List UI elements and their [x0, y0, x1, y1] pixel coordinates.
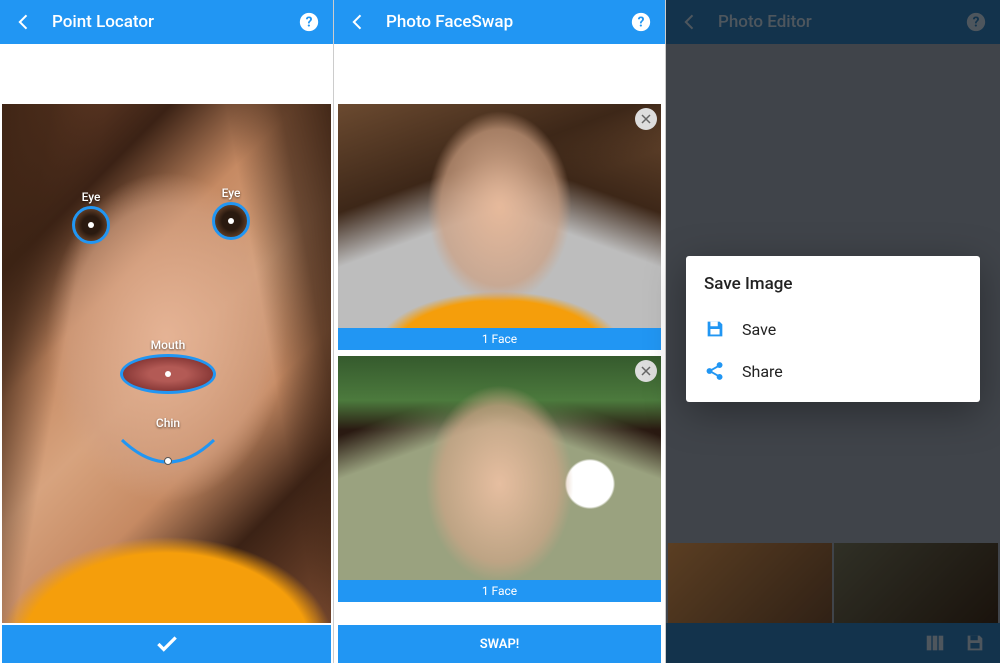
titlebar-locator: Point Locator ?	[0, 0, 333, 44]
pane-point-locator: Point Locator ? Eye Eye Mouth Chin	[0, 0, 334, 663]
thumb-area: 1 Face 1 Face	[334, 104, 665, 625]
dialog-share-row[interactable]: Share	[704, 350, 962, 392]
marker-eye-right-label: Eye	[222, 186, 241, 200]
dialog-save-label: Save	[742, 320, 776, 339]
face-count-label: 1 Face	[338, 328, 661, 350]
face-count-label: 1 Face	[338, 580, 661, 602]
photo-image	[338, 356, 661, 602]
blank-strip	[0, 44, 333, 104]
marker-eye-left-label: Eye	[82, 190, 101, 204]
photo-image	[338, 104, 661, 350]
help-icon[interactable]: ?	[627, 8, 655, 36]
help-icon[interactable]: ?	[295, 8, 323, 36]
close-icon[interactable]	[635, 108, 657, 130]
confirm-button[interactable]	[2, 625, 331, 663]
svg-text:?: ?	[638, 15, 645, 31]
marker-eye-left[interactable]: Eye	[72, 190, 110, 244]
marker-mouth[interactable]: Mouth	[120, 338, 216, 394]
dialog-share-label: Share	[742, 362, 783, 381]
pane-editor: Photo Editor ? Save Image Save	[666, 0, 1000, 663]
marker-mouth-label: Mouth	[151, 338, 186, 352]
titlebar-faceswap: Photo FaceSwap ?	[334, 0, 665, 44]
dialog-save-row[interactable]: Save	[704, 308, 962, 350]
marker-chin-label: Chin	[156, 416, 180, 430]
marker-eye-right[interactable]: Eye	[212, 186, 250, 240]
swap-button[interactable]: SWAP!	[338, 625, 661, 663]
pane-faceswap: Photo FaceSwap ? 1 Face 1 Face SWAP!	[334, 0, 666, 663]
close-icon[interactable]	[635, 360, 657, 382]
title-faceswap: Photo FaceSwap	[386, 12, 627, 32]
title-locator: Point Locator	[52, 12, 295, 32]
share-icon	[704, 360, 726, 382]
dialog-heading: Save Image	[704, 274, 962, 294]
locator-photo[interactable]: Eye Eye Mouth Chin	[2, 104, 331, 623]
photo-thumb[interactable]: 1 Face	[338, 356, 661, 602]
marker-chin[interactable]: Chin	[118, 416, 218, 474]
swap-button-label: SWAP!	[480, 637, 520, 652]
check-icon	[154, 631, 180, 657]
back-icon[interactable]	[344, 8, 372, 36]
back-icon[interactable]	[10, 8, 38, 36]
blank-strip	[334, 44, 665, 104]
save-floppy-icon	[704, 318, 726, 340]
photo-thumb[interactable]: 1 Face	[338, 104, 661, 350]
svg-text:?: ?	[306, 15, 313, 31]
save-dialog: Save Image Save Share	[686, 256, 980, 402]
